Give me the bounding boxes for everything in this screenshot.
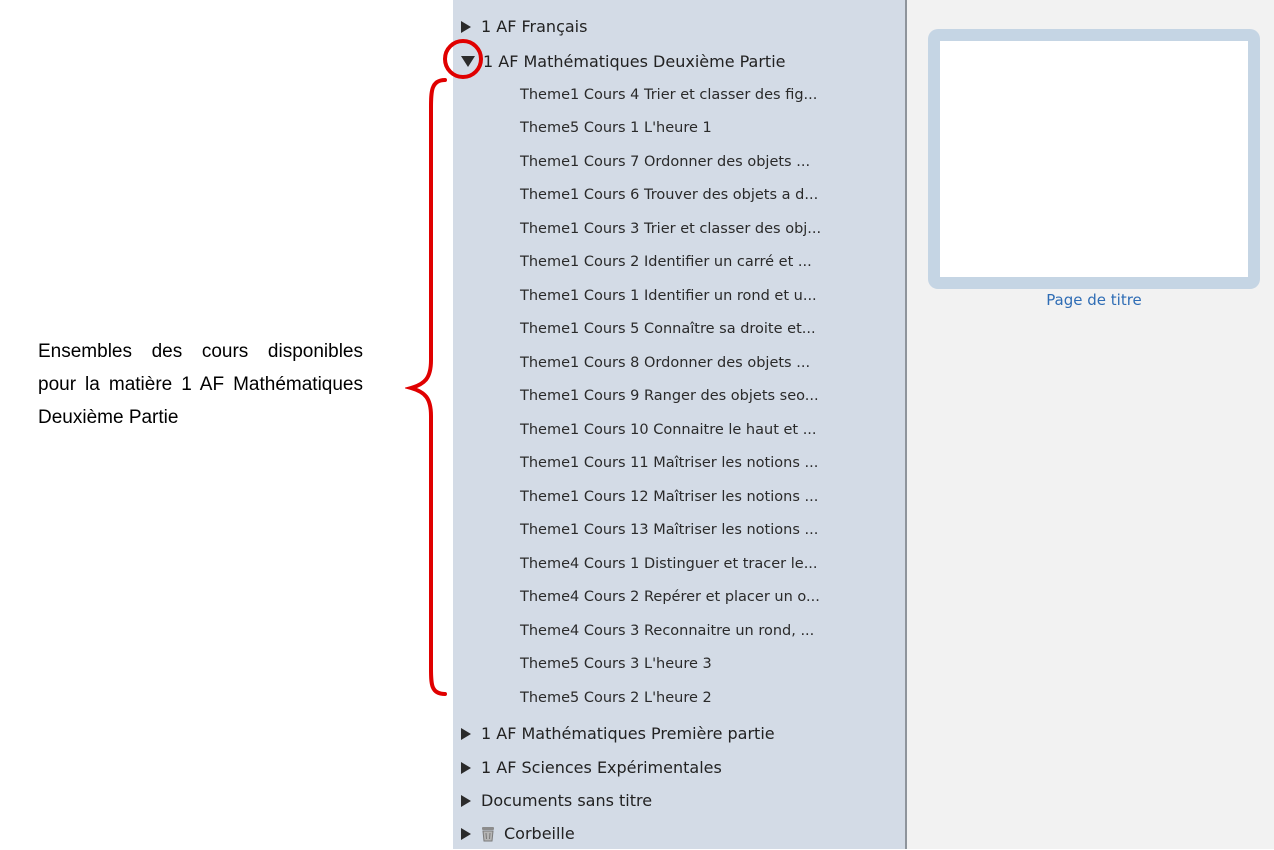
tree-item-label: 1 AF Mathématiques Deuxième Partie [483,52,786,71]
course-item-label: Theme4 Cours 1 Distinguer et tracer le..… [520,555,818,572]
course-item-label: Theme4 Cours 3 Reconnaitre un rond, ... [520,622,815,639]
course-item[interactable]: Theme1 Cours 8 Ordonner des objets ... [453,346,905,379]
red-brace-annotation [405,78,447,696]
course-item-label: Theme1 Cours 8 Ordonner des objets ... [520,354,811,371]
course-item[interactable]: Theme1 Cours 11 Maîtriser les notions ..… [453,447,905,480]
course-item[interactable]: Theme1 Cours 2 Identifier un carré et ..… [453,246,905,279]
course-item[interactable]: Theme4 Cours 2 Repérer et placer un o... [453,581,905,614]
course-item[interactable]: Theme1 Cours 6 Trouver des objets a d... [453,179,905,212]
tree-item-label: Corbeille [504,824,575,843]
tree-item-label: 1 AF Sciences Expérimentales [481,758,722,777]
course-item[interactable]: Theme4 Cours 3 Reconnaitre un rond, ... [453,614,905,647]
course-item[interactable]: Theme1 Cours 3 Trier et classer des obj.… [453,212,905,245]
course-item[interactable]: Theme4 Cours 1 Distinguer et tracer le..… [453,547,905,580]
tree-item-label: Documents sans titre [481,791,653,810]
expand-arrow-icon[interactable] [461,794,471,807]
annotation-text: Ensembles des cours disponibles pour la … [38,341,363,428]
course-item[interactable]: Theme1 Cours 10 Connaitre le haut et ... [453,413,905,446]
course-item-label: Theme1 Cours 1 Identifier un rond et u..… [520,287,817,304]
page-title-label[interactable]: Page de titre [928,291,1260,309]
course-item-label: Theme1 Cours 10 Connaitre le haut et ... [520,421,817,438]
tree-item-sciences[interactable]: 1 AF Sciences Expérimentales [453,751,905,784]
expand-arrow-icon[interactable] [461,761,471,774]
course-item-label: Theme1 Cours 7 Ordonner des objets ... [520,153,811,170]
course-item-label: Theme4 Cours 2 Repérer et placer un o... [520,589,820,605]
course-item-label: Theme1 Cours 3 Trier et classer des obj.… [520,220,822,237]
course-item[interactable]: Theme1 Cours 13 Maîtriser les notions ..… [453,514,905,547]
tree-item-francais[interactable]: 1 AF Français [453,10,905,43]
trash-icon [482,826,494,841]
course-item-label: Theme1 Cours 2 Identifier un carré et ..… [520,254,812,270]
course-item-label: Theme1 Cours 4 Trier et classer des fig.… [520,86,818,103]
course-item-label: Theme5 Cours 2 L'heure 2 [520,689,712,706]
course-item-label: Theme1 Cours 9 Ranger des objets seo... [520,388,819,404]
tree-item-math-premiere[interactable]: 1 AF Mathématiques Première partie [453,717,905,750]
course-item-label: Theme1 Cours 12 Maîtriser les notions ..… [520,488,819,505]
course-item[interactable]: Theme1 Cours 9 Ranger des objets seo... [453,380,905,413]
expand-arrow-icon[interactable] [461,727,471,740]
tree-item-documents-sans-titre[interactable]: Documents sans titre [453,784,905,817]
expand-arrow-icon[interactable] [461,20,471,33]
course-item-label: Theme1 Cours 5 Connaître sa droite et... [520,321,816,337]
course-item[interactable]: Theme1 Cours 5 Connaître sa droite et... [453,313,905,346]
course-item[interactable]: Theme1 Cours 4 Trier et classer des fig.… [453,78,905,111]
expand-arrow-icon[interactable] [461,827,471,840]
course-item[interactable]: Theme1 Cours 7 Ordonner des objets ... [453,145,905,178]
course-item[interactable]: Theme5 Cours 1 L'heure 1 [453,112,905,145]
tree-item-math-deuxieme[interactable]: 1 AF Mathématiques Deuxième Partie [453,45,905,78]
red-circle-annotation [443,39,483,79]
tree-item-corbeille[interactable]: Corbeille [453,817,905,850]
course-item[interactable]: Theme1 Cours 1 Identifier un rond et u..… [453,279,905,312]
course-item[interactable]: Theme5 Cours 3 L'heure 3 [453,648,905,681]
course-item-label: Theme5 Cours 1 L'heure 1 [520,120,712,136]
course-item[interactable]: Theme1 Cours 12 Maîtriser les notions ..… [453,480,905,513]
course-item[interactable]: Theme5 Cours 2 L'heure 2 [453,681,905,714]
course-item-label: Theme5 Cours 3 L'heure 3 [520,656,712,672]
course-item-label: Theme1 Cours 13 Maîtriser les notions ..… [520,522,819,538]
course-item-label: Theme1 Cours 6 Trouver des objets a d... [520,187,819,203]
tree-item-label: 1 AF Français [481,17,588,36]
page-thumbnail[interactable] [928,29,1260,289]
tree-item-label: 1 AF Mathématiques Première partie [481,724,775,743]
course-item-label: Theme1 Cours 11 Maîtriser les notions ..… [520,455,819,471]
